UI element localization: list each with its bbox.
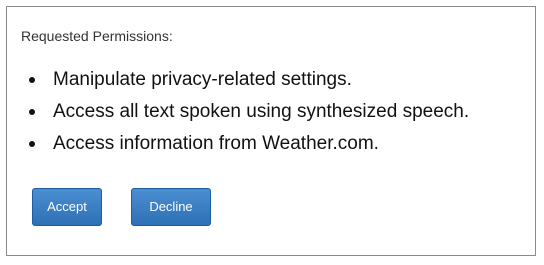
bullet-icon (29, 109, 35, 115)
bullet-icon (29, 77, 35, 83)
permission-text: Manipulate privacy-related settings. (53, 69, 352, 90)
decline-button[interactable]: Decline (131, 188, 211, 226)
dialog-header: Requested Permissions: (21, 28, 173, 44)
accept-button[interactable]: Accept (32, 188, 102, 226)
permission-text: Access information from Weather.com. (53, 133, 379, 154)
permission-text: Access all text spoken using synthesized… (53, 101, 470, 122)
bullet-icon (29, 141, 35, 147)
permissions-dialog: Requested Permissions: Manipulate privac… (6, 6, 536, 256)
